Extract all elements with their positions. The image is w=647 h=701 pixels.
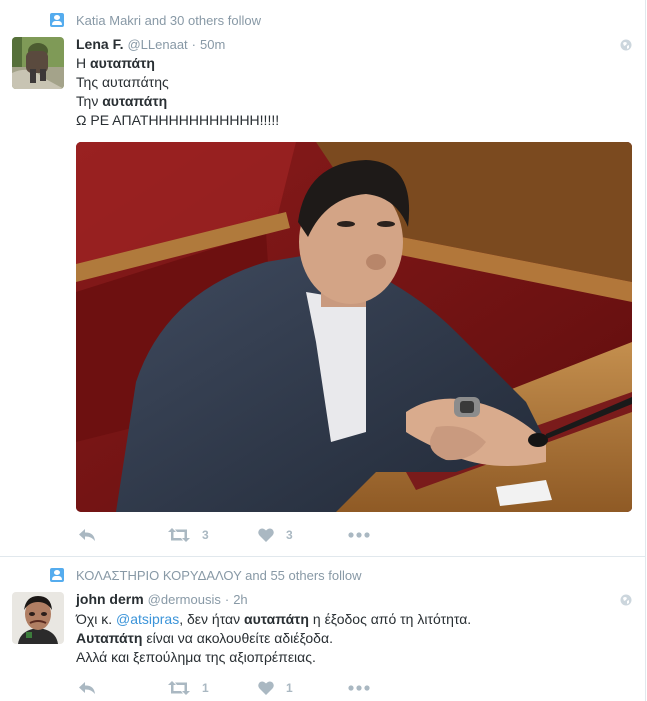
author-name[interactable]: Lena F. [76,36,123,52]
more-button[interactable] [348,685,370,691]
more-dots-icon [348,532,370,538]
follow-context-text: Katia Makri and 30 others follow [76,12,261,28]
follow-context[interactable]: ΚΟΛΑΣΤΗΡΙΟ ΚΟΡΥΔΑΛΟΥ and 55 others follo… [50,567,362,583]
retweet-count: 3 [202,528,209,542]
more-button[interactable] [348,532,370,538]
tweet-text: Η αυταπάτη Της αυταπάτης Την αυταπάτη Ω … [76,54,279,130]
person-follow-icon [50,568,64,582]
like-count: 1 [286,681,293,695]
avatar[interactable] [12,37,64,89]
avatar[interactable] [12,592,64,644]
separator-dot: · [191,37,197,52]
retweet-count: 1 [202,681,209,695]
timestamp[interactable]: 2h [233,592,247,607]
mention-link[interactable]: @atsipras [116,611,179,627]
separator-dot: · [224,592,230,607]
reply-icon [79,529,95,541]
reply-button[interactable] [78,528,168,542]
tweet[interactable]: ΚΟΛΑΣΤΗΡΙΟ ΚΟΡΥΔΑΛΟΥ and 55 others follo… [0,557,646,701]
timeline: Katia Makri and 30 others follow Lena F.… [0,0,646,701]
heart-icon [258,681,274,695]
follow-context[interactable]: Katia Makri and 30 others follow [50,12,261,28]
heart-icon [258,528,274,542]
person-follow-icon [50,13,64,27]
reply-button[interactable] [78,681,168,695]
tweet-text-line: Την αυταπάτη [76,93,168,109]
tweet-text-line: Της αυταπάτης [76,74,169,90]
follow-context-text: ΚΟΛΑΣΤΗΡΙΟ ΚΟΡΥΔΑΛΟΥ and 55 others follo… [76,567,362,583]
tweet[interactable]: Katia Makri and 30 others follow Lena F.… [0,0,646,557]
retweet-button[interactable]: 3 [168,528,258,542]
timestamp[interactable]: 50m [200,37,225,52]
author-handle[interactable]: @LLenaat [127,37,187,52]
tweet-photo[interactable] [76,142,632,512]
tweet-text-line: Ω ΡΕ ΑΠΑΤΗΗΗΗΗΗΗΗΗΗΗ!!!!! [76,112,280,128]
like-button[interactable]: 1 [258,681,348,695]
retweet-icon [168,681,190,695]
tweet-text-line: Όχι κ. @atsipras, δεν ήταν αυταπάτη η έξ… [76,611,472,627]
like-count: 3 [286,528,293,542]
more-dots-icon [348,685,370,691]
author-handle[interactable]: @dermousis [148,592,221,607]
retweet-button[interactable]: 1 [168,681,258,695]
retweet-icon [168,528,190,542]
like-button[interactable]: 3 [258,528,348,542]
tweet-text: Όχι κ. @atsipras, δεν ήταν αυταπάτη η έξ… [76,610,471,667]
tweet-text-line: Αλλά και ξεπούλημα της αξιοπρέπειας. [76,649,316,665]
globe-icon [620,38,632,51]
author-name[interactable]: john derm [76,591,144,607]
globe-icon [620,593,632,606]
tweet-text-line: Αυταπάτη είναι να ακολουθείτε αδιέξοδα. [76,630,333,646]
reply-icon [79,682,95,694]
tweet-text-line: Η αυταπάτη [76,55,155,71]
